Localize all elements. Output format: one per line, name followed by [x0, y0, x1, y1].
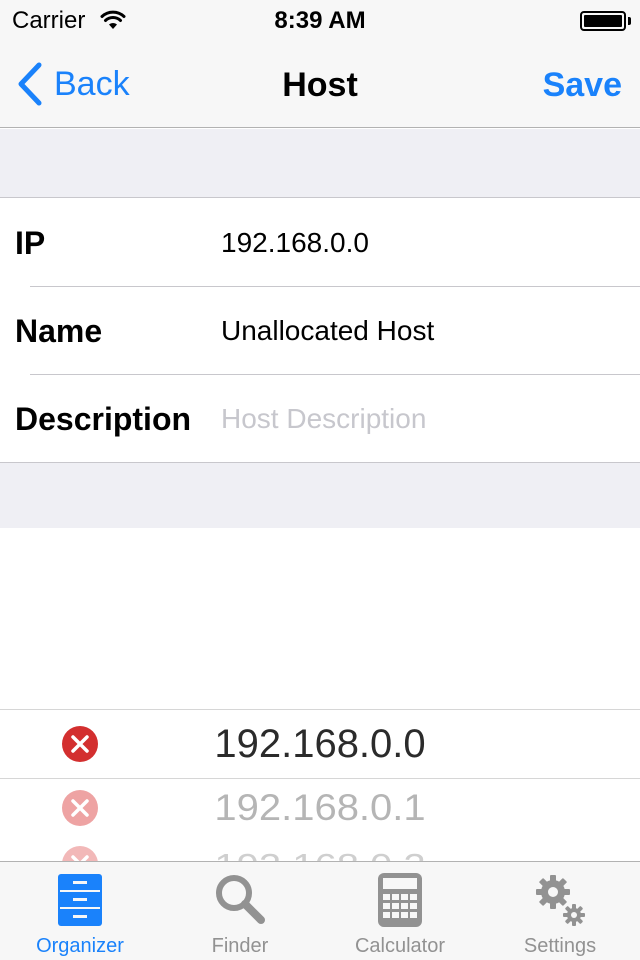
description-label: Description — [15, 401, 192, 437]
tab-label: Organizer — [36, 935, 124, 957]
calculator-icon — [378, 873, 422, 927]
description-row: Description — [0, 375, 640, 463]
picker-row[interactable]: 192.168.0.2 — [0, 840, 640, 861]
tab-finder[interactable]: Finder — [160, 862, 320, 960]
tab-organizer[interactable]: Organizer — [0, 862, 160, 960]
name-field[interactable] — [221, 287, 630, 375]
tab-label: Calculator — [354, 935, 446, 957]
section-spacer — [0, 129, 640, 198]
name-label: Name — [15, 313, 103, 349]
gears-icon — [536, 875, 585, 926]
host-form: IP Name Description — [0, 199, 640, 463]
save-button[interactable]: Save — [543, 66, 622, 105]
description-field[interactable] — [221, 375, 630, 463]
tab-calculator[interactable]: Calculator — [320, 862, 480, 960]
picker-selection-top-line — [0, 709, 640, 710]
magnifier-icon — [216, 875, 265, 924]
battery-nub — [628, 17, 631, 25]
picker-address: 192.168.0.1 — [214, 787, 426, 829]
status-bar: Carrier 8:39 AM — [0, 0, 640, 40]
tab-bar: Organizer Finder Calculator Settings — [0, 861, 640, 960]
battery-icon — [580, 11, 626, 31]
tab-settings[interactable]: Settings — [480, 862, 640, 960]
tab-label: Finder — [211, 935, 269, 957]
tab-label: Settings — [523, 935, 597, 957]
name-row: Name — [0, 287, 640, 375]
picker-selection-bottom-line — [0, 778, 640, 779]
ip-row: IP — [0, 199, 640, 287]
section-spacer — [0, 462, 640, 528]
address-picker[interactable]: 192.168.0.0 192.168.0.1 192.168.0.2 — [0, 528, 640, 861]
picker-address: 192.168.0.0 — [214, 722, 426, 766]
picker-row-selected[interactable]: 192.168.0.0 — [0, 711, 640, 777]
ip-label: IP — [15, 225, 46, 261]
file-cabinet-icon — [58, 874, 102, 926]
picker-address: 192.168.0.2 — [0, 849, 640, 862]
picker-row[interactable]: 192.168.0.1 — [0, 780, 640, 846]
status-time: 8:39 AM — [274, 7, 366, 34]
navigation-bar: Back Host Save — [0, 40, 640, 128]
ip-field[interactable] — [221, 199, 630, 287]
